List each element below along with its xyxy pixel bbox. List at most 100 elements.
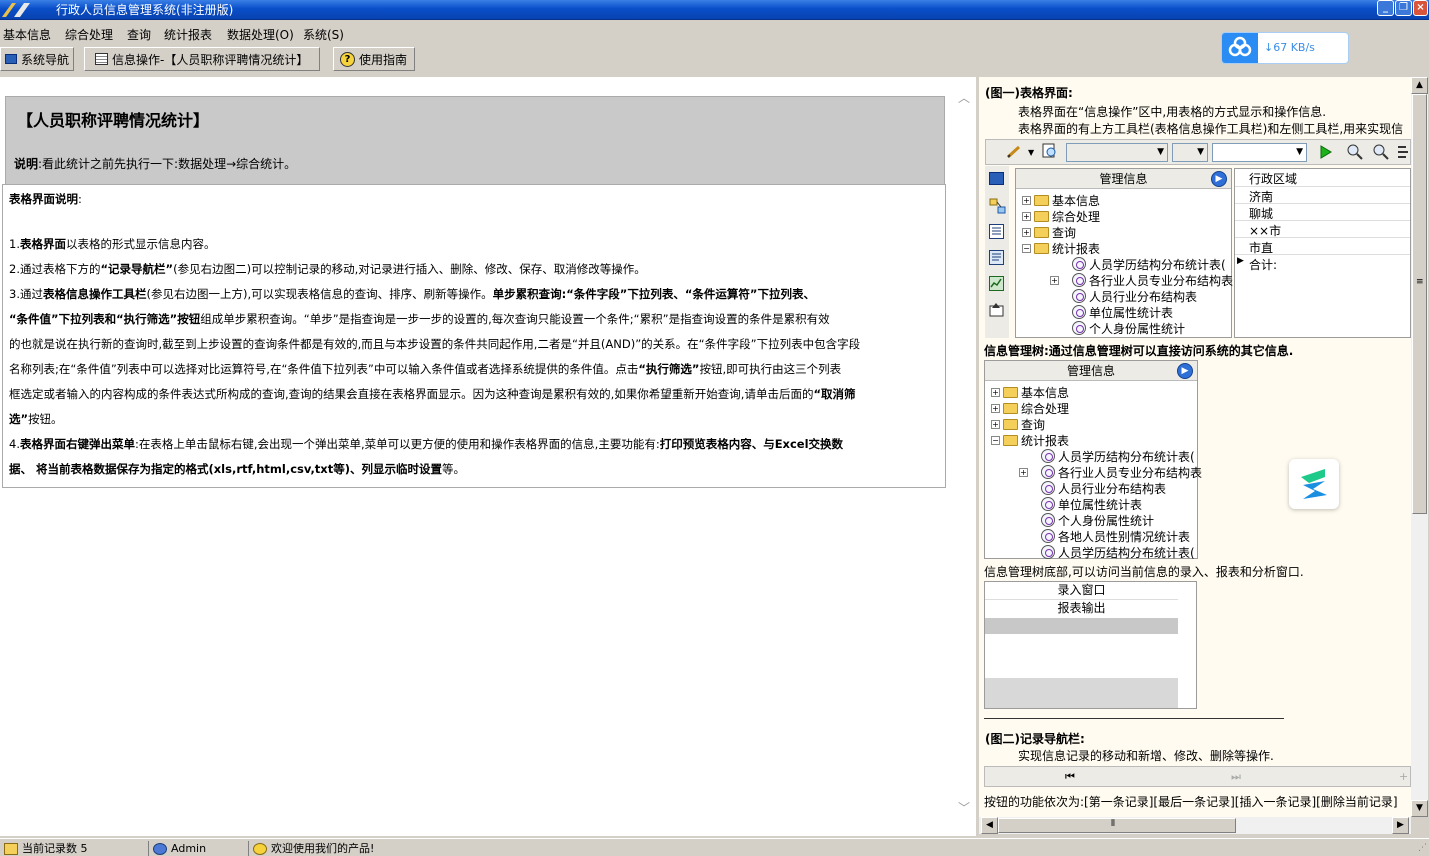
condition-field-select[interactable]: ▼ [1066, 143, 1168, 162]
tree-node[interactable]: + 综合处理 [991, 400, 1069, 416]
content-header: 【人员职称评聘情况统计】 说明:看此统计之前先执行一下:数据处理→综合统计。 [5, 96, 945, 185]
cancel-filter-icon[interactable] [1372, 143, 1390, 160]
menu-basic-info[interactable]: 基本信息 [3, 26, 51, 43]
resize-grip-icon[interactable]: ⋰ [1418, 843, 1427, 853]
para-4-line-2: 据、 将当前表格数据保存为指定的格式(xls,rtf,html,csv,txt等… [9, 462, 465, 476]
network-speed-widget[interactable]: ↓67 KB/s [1221, 32, 1349, 64]
para-3-line-5: 框选定或者输入的内容构成的条件表达式所构成的查询,查询的结果会直接在表格界面显示… [9, 387, 856, 401]
fig-management-tree[interactable]: 管理信息 ▶ + 基本信息 + 综合处理 + 查询 − 统计报表 人员学历结构分布统计表… [984, 360, 1202, 560]
menu-system[interactable]: 系统(S) [303, 26, 344, 43]
tree-leaf[interactable]: 各地人员性别情况统计表 [1041, 528, 1190, 544]
condition-operator-select[interactable]: ▼ [1172, 143, 1208, 162]
page-title: 【人员职称评聘情况统计】 [17, 111, 210, 130]
menu-query[interactable]: 查询 [127, 26, 151, 43]
folder-icon [1003, 402, 1018, 414]
info-operation-label: 信息操作-【人员职称评聘情况统计】 [112, 52, 309, 67]
scroll-up-arrow-icon[interactable]: ︿ [958, 89, 970, 106]
folder-icon [1003, 386, 1018, 398]
tree-node[interactable]: + 综合处理 [1022, 208, 1100, 224]
fig1-management-tree[interactable]: 管理信息 ▶ + 基本信息 + 综合处理 + 查询 − 统计报表 人员学历结构分布统计表… [1015, 168, 1233, 338]
scroll-right-icon[interactable]: ▶ [1392, 817, 1409, 834]
tree-node[interactable]: + 查询 [991, 416, 1045, 432]
insert-record-icon[interactable]: + [1399, 770, 1408, 783]
chart-icon[interactable] [989, 276, 1004, 291]
tree-connect-icon[interactable] [989, 198, 1007, 214]
tree-leaf[interactable]: 个人身份属性统计 [1072, 320, 1185, 336]
tree-toggle-icon[interactable]: ▶ [1211, 171, 1227, 187]
right-vscrollbar[interactable]: ▲ ≡ ▼ [1411, 77, 1428, 817]
status-bar: 当前记录数 5 Admin 欢迎使用我们的产品! ⋰ [0, 838, 1429, 856]
para-3-line-3: 的也就是说在执行新的查询时,截至到上步设置的查询条件都是有效的,而且与本步设置的… [9, 337, 861, 351]
report-icon [1041, 497, 1055, 511]
section-title: 表格界面说明: [9, 192, 82, 206]
tree-caption: 信息管理树:通过信息管理树可以直接访问系统的其它信息. [984, 344, 1294, 358]
restore-button[interactable]: ❐ [1395, 0, 1412, 16]
tree-leaf[interactable]: 人员行业分布结构表 [1041, 480, 1166, 496]
first-record-icon[interactable]: ⏮ [1065, 770, 1075, 784]
user-status: Admin [148, 841, 206, 856]
report-icon [1041, 545, 1055, 559]
tree-node[interactable]: − 统计报表 [991, 432, 1069, 448]
tree-leaf[interactable]: 个人身份属性统计 [1041, 512, 1154, 528]
system-nav-button[interactable]: 系统导航 [0, 47, 74, 71]
tree-node[interactable]: − 统计报表 [1022, 240, 1100, 256]
report-icon [1072, 305, 1086, 319]
fig1-left-toolbar [985, 166, 1009, 338]
list-icon[interactable] [989, 224, 1004, 239]
export-icon[interactable] [989, 302, 1004, 317]
tree-node[interactable]: + 基本信息 [1022, 192, 1100, 208]
refresh-icon[interactable] [1396, 143, 1410, 160]
hscroll-thumb[interactable]: ⦀ [998, 818, 1236, 833]
document-icon[interactable] [989, 250, 1004, 265]
divider [984, 718, 1284, 719]
user-guide-label: 使用指南 [359, 52, 408, 67]
toolbar: 系统导航 信息操作-【人员职称评聘情况统计】 ? 使用指南 [0, 45, 1429, 74]
scroll-thumb[interactable]: ≡ [1412, 94, 1427, 514]
scroll-down-arrow-icon[interactable]: ﹀ [958, 799, 970, 816]
tree-leaf[interactable]: 人员学历结构分布统计表( [1072, 256, 1226, 272]
close-button[interactable]: × [1413, 0, 1428, 16]
user-guide-button[interactable]: ? 使用指南 [333, 47, 415, 71]
preview-icon [1042, 143, 1059, 160]
scroll-left-icon[interactable]: ◀ [981, 817, 998, 834]
tree-leaf[interactable]: + 各行业人员专业分布结构表 [1019, 464, 1202, 480]
tree-leaf[interactable]: 人员学历结构分布统计表( [1041, 544, 1195, 560]
tree-leaf[interactable]: + 各行业人员专业分布结构表 [1050, 272, 1233, 288]
tree-node[interactable]: + 查询 [1022, 224, 1076, 240]
floating-app-icon[interactable] [1289, 459, 1339, 509]
search-icon[interactable] [1346, 143, 1364, 160]
tree-leaf[interactable]: 单位属性统计表 [1072, 304, 1173, 320]
folder-icon [1034, 242, 1049, 254]
scroll-down-icon[interactable]: ▼ [1411, 800, 1428, 817]
tree-leaf[interactable]: 人员学历结构分布统计表( [1041, 448, 1195, 464]
menu-general-process[interactable]: 综合处理 [65, 26, 113, 43]
run-filter-icon[interactable] [1320, 145, 1332, 159]
fig1-data-grid[interactable]: 行政区域 济南 聊城 ××市 市直 ▶ 合计: [1234, 168, 1411, 338]
report-output-item[interactable]: 报表输出 [985, 600, 1178, 618]
info-operation-button[interactable]: 信息操作-【人员职称评聘情况统计】 [84, 47, 320, 71]
folder-icon [1034, 194, 1049, 206]
tree-header: 管理信息 [1016, 169, 1231, 189]
minimize-button[interactable]: _ [1377, 0, 1394, 16]
scroll-up-icon[interactable]: ▲ [1411, 77, 1428, 94]
right-hscrollbar[interactable]: ◀ ⦀ ▶ [979, 817, 1411, 834]
last-record-icon[interactable]: ⏭ [1231, 770, 1241, 784]
fig1-desc-1: 表格界面在“信息操作”区中,用表格的方式显示和操作信息. [1018, 105, 1327, 119]
tree-node[interactable]: + 基本信息 [991, 384, 1069, 400]
person-icon [253, 843, 267, 855]
entry-window-item[interactable]: 录入窗口 [985, 582, 1178, 600]
system-nav-label: 系统导航 [21, 52, 70, 67]
nav-window-icon[interactable] [989, 172, 1004, 185]
menu-data-process[interactable]: 数据处理(O) [227, 26, 294, 43]
folder-icon [1003, 418, 1018, 430]
tree-leaf[interactable]: 单位属性统计表 [1041, 496, 1142, 512]
report-icon [1041, 481, 1055, 495]
grid-cell[interactable]: 合计: [1249, 256, 1277, 273]
tree-toggle-icon[interactable]: ▶ [1177, 363, 1193, 379]
fig2-desc: 实现信息记录的移动和新增、修改、删除等操作. [1018, 749, 1274, 763]
folder-icon [1003, 434, 1018, 446]
tree-leaf[interactable]: 人员行业分布结构表 [1072, 288, 1197, 304]
condition-value-select[interactable]: ▼ [1212, 143, 1307, 162]
left-vscrollbar[interactable]: ︿ ﹀ [955, 77, 975, 834]
menu-stat-reports[interactable]: 统计报表 [164, 26, 212, 43]
